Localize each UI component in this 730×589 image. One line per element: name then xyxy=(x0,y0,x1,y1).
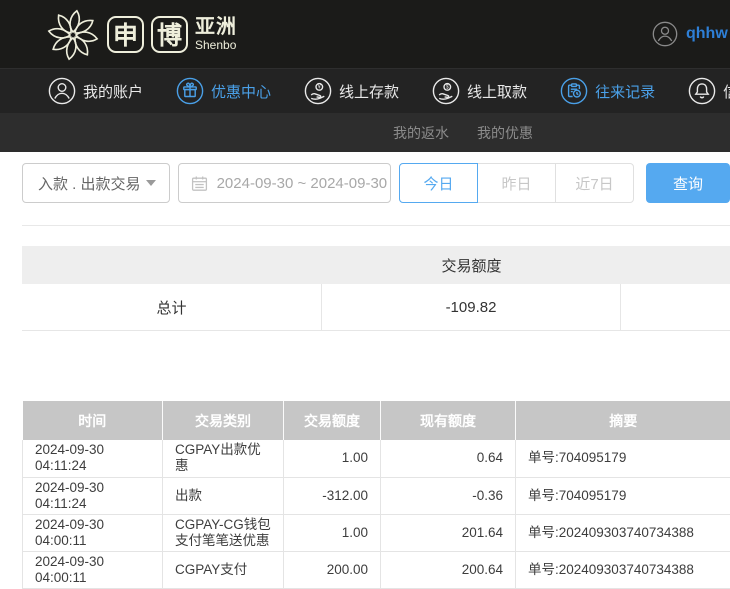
cell-balance: 200.64 xyxy=(381,551,516,588)
summary-header-spacer xyxy=(22,246,322,284)
gift-icon xyxy=(176,77,204,105)
cell-amount: 1.00 xyxy=(284,440,381,477)
nav-label: 优惠中心 xyxy=(211,81,271,102)
person-icon xyxy=(48,77,76,105)
nav-item-promo-center[interactable]: 优惠中心 xyxy=(176,77,271,105)
nav-item-online-deposit[interactable]: ¥ 线上存款 xyxy=(304,77,399,105)
subnav-item-my-rebate[interactable]: 我的返水 xyxy=(393,123,449,143)
nav-label: 信息 xyxy=(723,81,730,102)
cell-note: 单号:704095179 xyxy=(516,477,730,514)
cell-time: 2024-09-30 04:11:24 xyxy=(23,440,163,477)
col-header-balance: 现有额度 xyxy=(381,401,516,440)
user-avatar-icon xyxy=(652,21,678,47)
svg-text:¥: ¥ xyxy=(318,85,321,91)
col-header-category: 交易类别 xyxy=(163,401,284,440)
nav-item-my-account[interactable]: 我的账户 xyxy=(48,77,143,105)
logo-region-cn: 亚洲 xyxy=(195,17,237,38)
hand-coin-deposit-icon: ¥ xyxy=(304,77,332,105)
cell-time: 2024-09-30 04:11:24 xyxy=(23,477,163,514)
cell-amount: -312.00 xyxy=(284,477,381,514)
cell-amount: 200.00 xyxy=(284,551,381,588)
summary-total-row: 总计 -109.82 xyxy=(22,284,730,331)
nav-item-online-withdraw[interactable]: $ 线上取款 xyxy=(432,77,527,105)
subnav-item-my-promos[interactable]: 我的优惠 xyxy=(477,123,533,143)
cell-time: 2024-09-30 04:00:11 xyxy=(23,551,163,588)
table-row: 2024-09-30 04:11:24 CGPAY出款优惠 1.00 0.64 … xyxy=(23,440,730,477)
cell-time: 2024-09-30 04:00:11 xyxy=(23,514,163,551)
logo-region-en: Shenbo xyxy=(195,38,237,52)
logo-region-text: 亚洲 Shenbo xyxy=(195,17,237,52)
quick-date-button-group: 今日 昨日 近7日 xyxy=(399,163,634,203)
nav-label: 往来记录 xyxy=(595,81,655,102)
summary-spacer-cell xyxy=(621,284,730,331)
logo-characters: 申 博 xyxy=(107,16,188,53)
bell-icon xyxy=(688,77,716,105)
cell-note: 单号:704095179 xyxy=(516,440,730,477)
transaction-type-select[interactable]: 入款 . 出款交易 xyxy=(22,163,170,203)
clipboard-clock-icon xyxy=(560,77,588,105)
site-header: 申 博 亚洲 Shenbo qhhw xyxy=(0,0,730,68)
search-button[interactable]: 查询 xyxy=(646,163,730,203)
cell-category: CGPAY-CG钱包支付笔笔送优惠 xyxy=(163,514,284,551)
cell-balance: -0.36 xyxy=(381,477,516,514)
table-row: 2024-09-30 04:11:24 出款 -312.00 -0.36 单号:… xyxy=(23,477,730,514)
summary-header-spacer xyxy=(621,246,730,284)
hand-coin-withdraw-icon: $ xyxy=(432,77,460,105)
username: qhhw xyxy=(686,25,728,43)
summary-total-label: 总计 xyxy=(22,284,322,331)
sub-navigation: 我的返水 我的优惠 xyxy=(0,113,730,152)
user-account[interactable]: qhhw xyxy=(652,0,728,68)
nav-label: 我的账户 xyxy=(83,81,143,102)
col-header-amount: 交易额度 xyxy=(284,401,381,440)
date-range-input[interactable]: 2024-09-30 ~ 2024-09-30 xyxy=(178,163,391,203)
logo-char-shen: 申 xyxy=(107,16,144,53)
nav-label: 线上存款 xyxy=(339,81,399,102)
nav-item-messages[interactable]: 信息 xyxy=(688,77,730,105)
summary-header-row: 交易额度 xyxy=(22,246,730,284)
filter-bar: 入款 . 出款交易 2024-09-30 ~ 2024-09-30 今日 昨日 … xyxy=(22,163,730,203)
transaction-type-value: 入款 . 出款交易 xyxy=(38,173,141,194)
nav-item-transaction-records[interactable]: 往来记录 xyxy=(560,77,655,105)
last7days-button[interactable]: 近7日 xyxy=(555,163,634,203)
summary-total-value: -109.82 xyxy=(322,284,621,331)
calendar-icon xyxy=(191,175,208,192)
today-button[interactable]: 今日 xyxy=(399,163,478,203)
chevron-down-icon xyxy=(146,180,156,186)
cell-note: 单号:202409303740734388 xyxy=(516,551,730,588)
col-header-time: 时间 xyxy=(23,401,163,440)
site-logo[interactable]: 申 博 亚洲 Shenbo xyxy=(44,4,237,64)
svg-text:$: $ xyxy=(446,85,449,91)
logo-char-bo: 博 xyxy=(151,16,188,53)
cell-category: 出款 xyxy=(163,477,284,514)
table-row: 2024-09-30 04:00:11 CGPAY支付 200.00 200.6… xyxy=(23,551,730,588)
table-row: 2024-09-30 04:00:11 CGPAY-CG钱包支付笔笔送优惠 1.… xyxy=(23,514,730,551)
col-header-note: 摘要 xyxy=(516,401,730,440)
summary-table: 交易额度 总计 -109.82 xyxy=(22,246,730,331)
transactions-table: 时间 交易类别 交易额度 现有额度 摘要 2024-09-30 04:11:24… xyxy=(22,401,730,589)
section-divider xyxy=(22,225,730,226)
nav-label: 线上取款 xyxy=(467,81,527,102)
main-navigation: 我的账户 优惠中心 ¥ 线上存款 xyxy=(0,68,730,113)
yesterday-button[interactable]: 昨日 xyxy=(477,163,556,203)
cell-balance: 0.64 xyxy=(381,440,516,477)
cell-note: 单号:202409303740734388 xyxy=(516,514,730,551)
cell-category: CGPAY支付 xyxy=(163,551,284,588)
table-header-row: 时间 交易类别 交易额度 现有额度 摘要 xyxy=(23,401,730,440)
lotus-flower-icon xyxy=(44,4,102,64)
date-range-value: 2024-09-30 ~ 2024-09-30 xyxy=(217,175,388,192)
summary-header-label: 交易额度 xyxy=(322,246,621,284)
cell-balance: 201.64 xyxy=(381,514,516,551)
cell-amount: 1.00 xyxy=(284,514,381,551)
cell-category: CGPAY出款优惠 xyxy=(163,440,284,477)
